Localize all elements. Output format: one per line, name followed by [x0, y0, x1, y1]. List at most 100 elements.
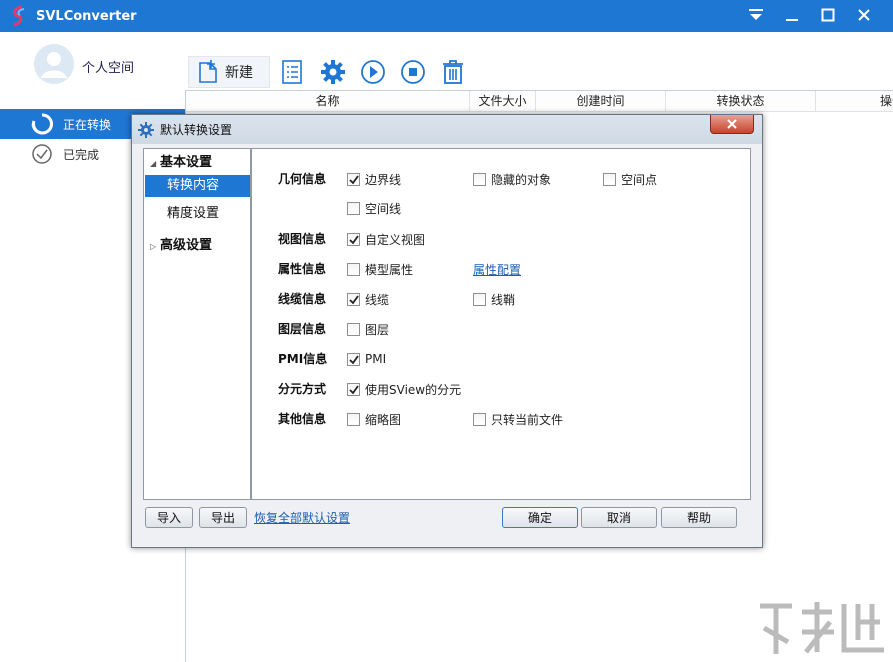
tree-node-label: 高级设置 — [160, 238, 213, 253]
stop-icon[interactable] — [399, 58, 427, 86]
tree-node-basic-settings[interactable]: ◢ 基本设置 — [150, 152, 212, 174]
settings-tree: ◢ 基本设置 转换内容 精度设置 ▷ 高级设置 — [143, 148, 251, 500]
checkbox-box[interactable] — [347, 382, 360, 396]
checkbox-box[interactable] — [347, 201, 360, 215]
checkbox-layer[interactable]: 图层 — [347, 321, 389, 337]
play-icon[interactable] — [359, 58, 387, 86]
dialog-close-button[interactable] — [710, 115, 754, 134]
column-header-action-label: 操作 — [879, 94, 893, 108]
checkbox-box[interactable] — [473, 172, 486, 186]
tree-node-conversion-content[interactable]: 转换内容 — [145, 175, 250, 197]
app-title: SVLConverter — [36, 8, 137, 24]
checkbox-current-file-only[interactable]: 只转当前文件 — [473, 411, 563, 427]
checkbox-label: 使用SView的分元 — [365, 382, 462, 397]
app-logo-icon — [13, 5, 25, 27]
sidebar-item-label: 正在转换 — [63, 117, 112, 132]
user-name[interactable]: 个人空间 — [82, 57, 134, 76]
checkbox-label: PMI — [365, 352, 387, 366]
checkbox-label: 模型属性 — [365, 262, 414, 277]
check-circle-icon — [31, 143, 53, 165]
restore-defaults-link[interactable]: 恢复全部默认设置 — [254, 509, 350, 525]
checkbox-sview-split[interactable]: 使用SView的分元 — [347, 381, 461, 397]
row-label-geometry: 几何信息 — [278, 172, 327, 186]
attribute-config-link[interactable]: 属性配置 — [473, 261, 521, 277]
checkbox-label: 空间线 — [365, 201, 402, 216]
help-button[interactable]: 帮助 — [661, 507, 737, 528]
close-icon — [727, 119, 737, 129]
checkbox-label: 线缆 — [365, 292, 390, 307]
new-file-icon — [199, 60, 217, 83]
menu-icon[interactable] — [738, 0, 774, 30]
cancel-button[interactable]: 取消 — [581, 507, 657, 528]
new-task-button[interactable]: 新建 — [188, 56, 270, 88]
checkbox-pmi[interactable]: PMI — [347, 351, 386, 367]
column-header-name[interactable]: 名称 — [186, 91, 470, 112]
column-header-action[interactable]: 操作 — [816, 91, 893, 112]
row-label-split-method: 分元方式 — [278, 382, 327, 396]
title-bar: SVLConverter — [0, 0, 893, 32]
checkbox-box[interactable] — [473, 292, 486, 306]
checkbox-label: 缩略图 — [365, 412, 402, 427]
checkbox-model-attributes[interactable]: 模型属性 — [347, 261, 413, 277]
checkbox-box[interactable] — [347, 292, 360, 306]
watermark-logo — [752, 592, 892, 662]
checkbox-label: 图层 — [365, 322, 390, 337]
checkbox-custom-view[interactable]: 自定义视图 — [347, 231, 425, 247]
import-button[interactable]: 导入 — [145, 507, 193, 528]
checkbox-box[interactable] — [347, 412, 360, 426]
trash-icon[interactable] — [439, 58, 467, 86]
checkbox-space-points[interactable]: 空间点 — [603, 171, 657, 187]
column-header-size[interactable]: 文件大小 — [470, 91, 536, 112]
tree-node-advanced-settings[interactable]: ▷ 高级设置 — [150, 235, 212, 257]
column-header-created[interactable]: 创建时间 — [536, 91, 666, 112]
expanded-triangle-icon[interactable]: ◢ — [150, 153, 160, 175]
checkbox-hidden-objects[interactable]: 隐藏的对象 — [473, 171, 551, 187]
dialog-title: 默认转换设置 — [160, 123, 233, 137]
checkbox-label: 只转当前文件 — [491, 412, 564, 427]
row-label-pmi: PMI信息 — [278, 352, 328, 366]
toolbar: 新建 — [185, 52, 893, 90]
dialog-title-bar[interactable]: 默认转换设置 — [132, 115, 762, 144]
checkbox-label: 空间点 — [621, 172, 658, 187]
checkbox-box[interactable] — [347, 172, 360, 186]
checkbox-box[interactable] — [347, 322, 360, 336]
default-conversion-settings-dialog: 默认转换设置 ◢ 基本设置 转换内容 精度设置 ▷ 高级设置 几何信息 边界线 隐藏… — [131, 114, 763, 548]
tree-node-label: 基本设置 — [160, 155, 213, 170]
avatar[interactable] — [34, 44, 74, 84]
new-task-label: 新建 — [225, 65, 253, 81]
checkbox-box[interactable] — [473, 412, 486, 426]
checkbox-cable[interactable]: 线缆 — [347, 291, 389, 307]
ok-button[interactable]: 确定 — [502, 507, 578, 528]
row-label-other: 其他信息 — [278, 412, 327, 426]
checkbox-box[interactable] — [347, 352, 360, 366]
checkbox-box[interactable] — [603, 172, 616, 186]
converting-icon — [31, 113, 53, 135]
checkbox-label: 自定义视图 — [365, 232, 426, 247]
row-label-layer: 图层信息 — [278, 322, 327, 336]
checkbox-box[interactable] — [347, 232, 360, 246]
row-label-cable: 线缆信息 — [278, 292, 327, 306]
checkbox-label: 隐藏的对象 — [491, 172, 552, 187]
row-label-attributes: 属性信息 — [278, 262, 327, 276]
close-icon[interactable] — [846, 0, 882, 30]
table-header: 名称 文件大小 创建时间 转换状态 操作 — [186, 91, 893, 112]
sidebar-item-label: 已完成 — [63, 147, 100, 162]
checkbox-label: 线鞘 — [491, 292, 516, 307]
row-label-view: 视图信息 — [278, 232, 327, 246]
checkbox-sheath[interactable]: 线鞘 — [473, 291, 515, 307]
settings-gear-icon[interactable] — [319, 58, 347, 86]
task-list-icon[interactable] — [278, 58, 306, 86]
checkbox-boundary-lines[interactable]: 边界线 — [347, 171, 401, 187]
maximize-icon[interactable] — [810, 0, 846, 30]
column-header-status[interactable]: 转换状态 — [666, 91, 816, 112]
settings-content-panel: 几何信息 边界线 隐藏的对象 空间点 空间线 视图信息 自定义视图 属性信息 模… — [251, 148, 751, 500]
checkbox-space-lines[interactable]: 空间线 — [347, 200, 401, 216]
checkbox-thumbnail[interactable]: 缩略图 — [347, 411, 401, 427]
checkbox-label: 边界线 — [365, 172, 402, 187]
checkbox-box[interactable] — [347, 262, 360, 276]
collapsed-triangle-icon[interactable]: ▷ — [150, 236, 160, 258]
settings-gear-icon — [138, 121, 154, 138]
export-button[interactable]: 导出 — [199, 507, 247, 528]
minimize-icon[interactable] — [774, 0, 810, 30]
tree-node-precision-settings[interactable]: 精度设置 — [167, 203, 219, 225]
